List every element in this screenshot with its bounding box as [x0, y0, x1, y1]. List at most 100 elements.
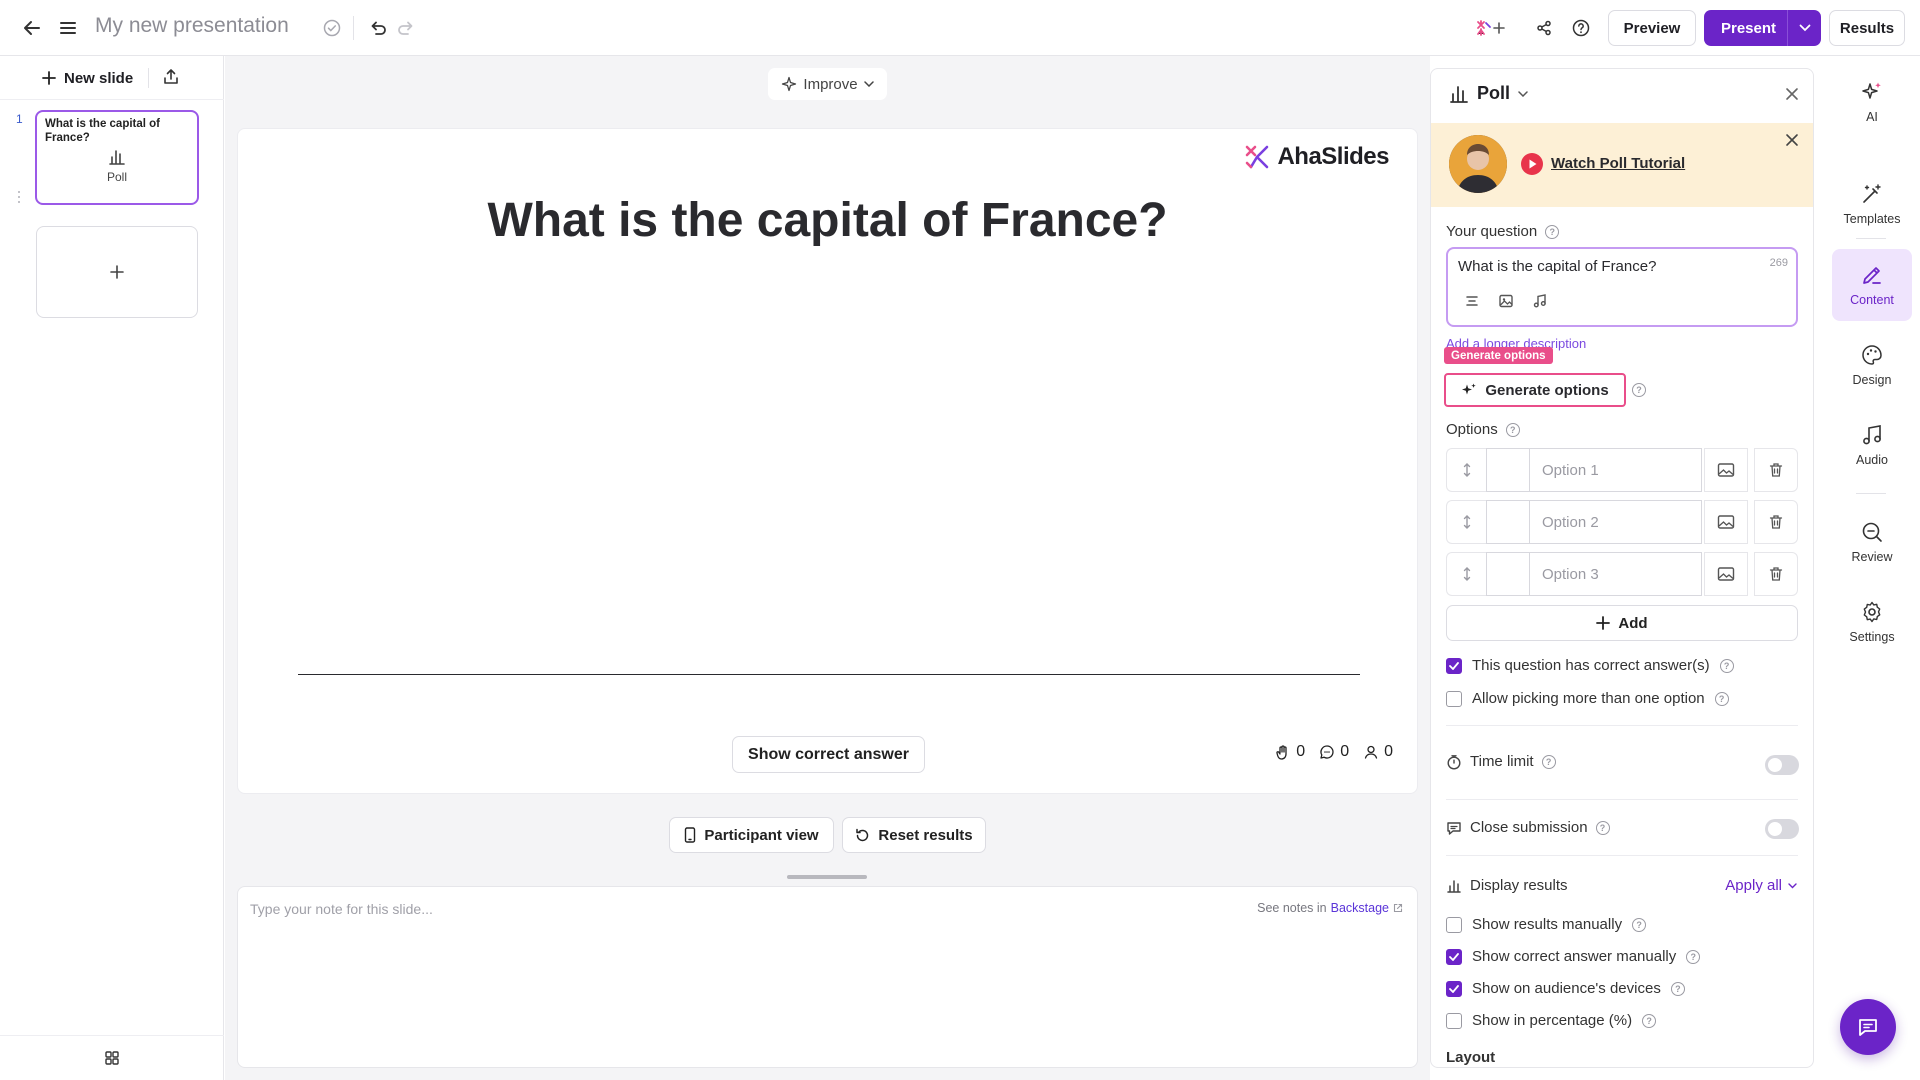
help-icon[interactable]: ? — [1505, 422, 1520, 437]
option-input[interactable]: Option 3 — [1530, 552, 1702, 596]
bar-chart-icon — [109, 150, 125, 165]
slide-thumbnail[interactable]: What is the capital of France? Poll — [35, 110, 199, 205]
help-icon[interactable]: ? — [1714, 691, 1729, 706]
image-icon[interactable] — [1704, 448, 1748, 492]
drag-handle-icon[interactable] — [1446, 500, 1486, 544]
redo-icon[interactable] — [392, 14, 420, 42]
results-button[interactable]: Results — [1829, 10, 1905, 46]
reset-results-button[interactable]: Reset results — [842, 817, 986, 853]
review-icon — [1862, 522, 1882, 542]
watch-tutorial-link[interactable]: Watch Poll Tutorial — [1551, 155, 1685, 172]
trash-icon[interactable] — [1754, 500, 1798, 544]
apply-all-dropdown[interactable]: Apply all — [1725, 877, 1797, 894]
question-text[interactable]: What is the capital of France? — [1458, 258, 1656, 275]
rail-item-settings[interactable]: Settings — [1832, 586, 1912, 658]
rail-item-templates[interactable]: Templates — [1832, 168, 1912, 240]
close-icon[interactable] — [1785, 133, 1799, 147]
participant-view-button[interactable]: Participant view — [669, 817, 834, 853]
has-correct-answer-checkbox[interactable]: This question has correct answer(s) ? — [1446, 657, 1734, 674]
option-input[interactable]: Option 2 — [1530, 500, 1702, 544]
close-submission-row: Close submission ? — [1446, 819, 1610, 836]
music-note-icon[interactable] — [1532, 293, 1548, 309]
align-text-icon[interactable] — [1464, 293, 1480, 309]
back-arrow-icon[interactable] — [18, 14, 46, 42]
chat-button[interactable] — [1840, 999, 1896, 1055]
tutorial-banner: Watch Poll Tutorial — [1431, 123, 1813, 207]
external-link-icon — [1393, 903, 1403, 913]
rail-item-ai[interactable]: AI — [1832, 66, 1912, 138]
show-on-devices-checkbox[interactable]: Show on audience's devices ? — [1446, 980, 1685, 997]
help-icon[interactable]: ? — [1686, 949, 1701, 964]
backstage-link[interactable]: Backstage — [1331, 901, 1389, 915]
checkbox[interactable] — [1446, 980, 1462, 997]
close-icon[interactable] — [1785, 87, 1799, 101]
slide-panel-toolbar: New slide — [0, 56, 224, 100]
play-icon[interactable] — [1520, 152, 1544, 176]
close-submission-toggle[interactable] — [1765, 819, 1799, 839]
share-icon[interactable] — [1530, 14, 1558, 42]
slide-canvas[interactable]: AhaSlides What is the capital of France?… — [237, 128, 1418, 794]
ai-plus-icon[interactable] — [1472, 14, 1512, 42]
notes-input[interactable]: Type your note for this slide... — [250, 901, 433, 917]
checkbox[interactable] — [1446, 1012, 1462, 1029]
multi-pick-checkbox[interactable]: Allow picking more than one option ? — [1446, 690, 1729, 707]
char-count: 269 — [1769, 257, 1788, 269]
chevron-down-icon[interactable] — [1787, 10, 1821, 46]
image-icon[interactable] — [1704, 552, 1748, 596]
option-input[interactable]: Option 1 — [1530, 448, 1702, 492]
help-icon[interactable]: ? — [1632, 383, 1646, 397]
rail-item-label: Audio — [1856, 453, 1888, 467]
checkbox[interactable] — [1446, 657, 1462, 674]
add-slide-button[interactable] — [36, 226, 198, 318]
show-percentage-checkbox[interactable]: Show in percentage (%) ? — [1446, 1012, 1657, 1029]
slide-thumbnail-title: What is the capital of France? — [45, 118, 161, 144]
help-icon[interactable]: ? — [1632, 917, 1647, 932]
drag-dots-icon[interactable] — [17, 190, 21, 204]
generate-options-label: Generate options — [1485, 381, 1609, 399]
export-icon[interactable] — [162, 68, 180, 86]
image-icon[interactable] — [1498, 293, 1514, 309]
trash-icon[interactable] — [1754, 552, 1798, 596]
rail-item-audio[interactable]: Audio — [1832, 409, 1912, 481]
checkbox[interactable] — [1446, 948, 1462, 965]
new-slide-button[interactable]: New slide — [42, 66, 133, 90]
grid-view-icon[interactable] — [104, 1050, 120, 1066]
help-icon[interactable]: ? — [1545, 224, 1560, 239]
slide-heading[interactable]: What is the capital of France? — [238, 193, 1417, 248]
drag-handle-icon[interactable] — [1446, 552, 1486, 596]
rail-item-design[interactable]: Design — [1832, 329, 1912, 401]
checkbox[interactable] — [1446, 690, 1462, 707]
add-option-button[interactable]: Add — [1446, 605, 1798, 641]
checkbox[interactable] — [1446, 916, 1462, 933]
trash-icon[interactable] — [1754, 448, 1798, 492]
help-icon[interactable]: ? — [1670, 981, 1685, 996]
presentation-title[interactable]: My new presentation — [95, 14, 289, 38]
notes-resize-handle[interactable] — [787, 875, 867, 879]
present-button[interactable]: Present — [1704, 10, 1821, 46]
image-icon[interactable] — [1704, 500, 1748, 544]
preview-button[interactable]: Preview — [1608, 10, 1696, 46]
help-icon[interactable] — [1567, 14, 1595, 42]
menu-icon[interactable] — [54, 14, 82, 42]
help-icon[interactable]: ? — [1719, 658, 1734, 673]
slide-type-selector[interactable]: Poll — [1449, 83, 1528, 104]
close-submission-label: Close submission — [1470, 819, 1588, 836]
drag-handle-icon[interactable] — [1446, 448, 1486, 492]
question-input[interactable]: What is the capital of France? 269 — [1446, 247, 1798, 327]
rail-item-content[interactable]: Content — [1832, 249, 1912, 321]
option-color-swatch[interactable] — [1486, 552, 1530, 596]
help-icon[interactable]: ? — [1642, 1013, 1657, 1028]
help-icon[interactable]: ? — [1541, 754, 1556, 769]
undo-icon[interactable] — [364, 14, 392, 42]
improve-button[interactable]: Improve — [768, 68, 887, 100]
generate-options-button[interactable]: Generate options — [1444, 373, 1626, 407]
speaker-notes[interactable]: Type your note for this slide... See not… — [237, 886, 1418, 1068]
option-color-swatch[interactable] — [1486, 448, 1530, 492]
time-limit-toggle[interactable] — [1765, 755, 1799, 775]
rail-item-review[interactable]: Review — [1832, 506, 1912, 578]
show-correct-answer-manually-checkbox[interactable]: Show correct answer manually ? — [1446, 948, 1701, 965]
show-results-manually-checkbox[interactable]: Show results manually ? — [1446, 916, 1647, 933]
show-correct-answer-button[interactable]: Show correct answer — [732, 736, 925, 773]
help-icon[interactable]: ? — [1595, 820, 1610, 835]
option-color-swatch[interactable] — [1486, 500, 1530, 544]
